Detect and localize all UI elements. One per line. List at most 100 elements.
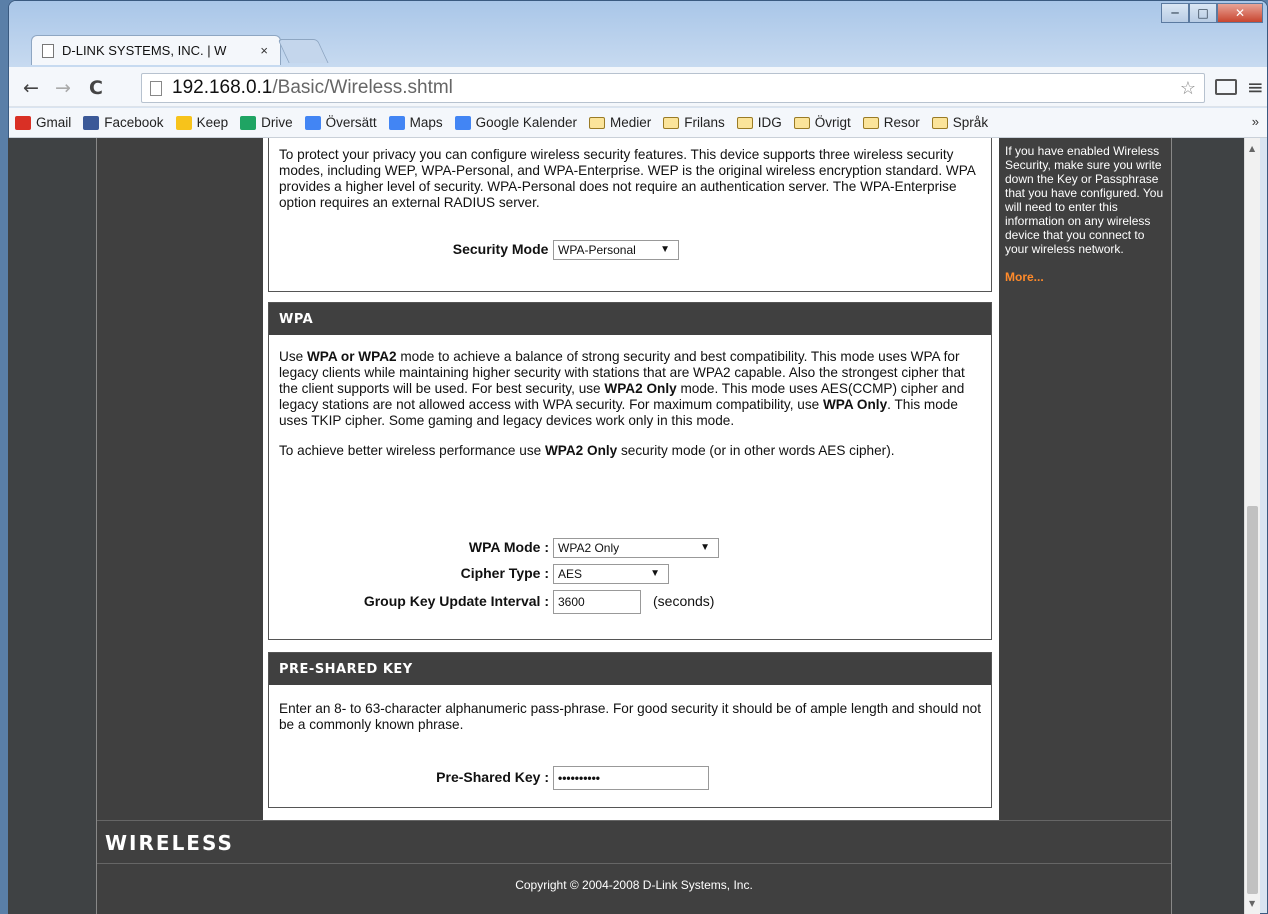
security-intro: To protect your privacy you can configur…	[279, 147, 976, 210]
cipher-type-label: Cipher Type :	[460, 565, 549, 581]
back-icon[interactable]: ←	[23, 77, 39, 99]
cipher-type-value: AES	[558, 567, 583, 581]
router-page: To protect your privacy you can configur…	[96, 138, 1172, 914]
bookmark-label: Medier	[609, 115, 652, 130]
group-key-interval-value: 3600	[558, 595, 585, 609]
bookmark-item[interactable]: Facebook	[83, 115, 164, 130]
bookmark-label: Frilans	[684, 115, 725, 130]
cast-icon[interactable]	[1215, 79, 1237, 95]
bookmark-label: Översätt	[325, 115, 377, 130]
pre-shared-key-panel: PRE-SHARED KEY Enter an 8- to 63-charact…	[268, 652, 992, 808]
bookmark-label: Google Kalender	[475, 115, 577, 130]
folder-icon	[736, 116, 753, 129]
wpa-mode-value: WPA2 Only	[558, 541, 620, 555]
wireless-logo: WIRELESS	[105, 831, 234, 855]
group-key-interval-label: Group Key Update Interval :	[363, 593, 549, 609]
bookmark-item[interactable]: Gmail	[15, 115, 71, 130]
bookmarks-bar: Gmail Facebook Keep Drive Översätt Maps Google…	[9, 108, 1267, 138]
page-scrollbar[interactable]: ▲ ▼	[1244, 138, 1260, 914]
gmail-icon	[15, 115, 31, 130]
cipher-type-select[interactable]: AES ▼	[553, 564, 669, 584]
browser-tab[interactable]: D-LINK SYSTEMS, INC. | W ×	[31, 35, 281, 65]
window-controls: ─ □ ✕	[1161, 3, 1263, 23]
chevron-down-icon: ▼	[660, 244, 670, 255]
bookmark-item[interactable]: Medier	[588, 115, 652, 130]
chevron-down-icon: ▼	[700, 542, 710, 553]
security-mode-value: WPA-Personal	[558, 243, 636, 257]
bookmark-item[interactable]: Språk	[931, 115, 989, 130]
url-host: 192.168.0.1	[172, 77, 273, 98]
bookmark-item[interactable]: Övrigt	[793, 115, 851, 130]
wpa-performance-note: To achieve better wireless performance u…	[279, 443, 895, 458]
security-mode-select[interactable]: WPA-Personal ▼	[553, 240, 679, 260]
bookmark-star-icon[interactable]: ☆	[1180, 78, 1196, 99]
help-sidebar: If you have enabled Wireless Security, m…	[999, 138, 1171, 820]
maximize-button[interactable]: □	[1189, 3, 1217, 23]
scrollbar-thumb[interactable]	[1247, 506, 1258, 894]
psk-label: Pre-Shared Key :	[436, 769, 549, 785]
minimize-button[interactable]: ─	[1161, 3, 1189, 23]
tab-close-icon[interactable]: ×	[260, 43, 268, 58]
translate-icon	[304, 115, 321, 130]
wpa-mode-select[interactable]: WPA2 Only ▼	[553, 538, 719, 558]
keep-icon	[175, 115, 192, 130]
wpa-panel: WPA Use WPA or WPA2 mode to achieve a ba…	[268, 302, 992, 640]
new-tab-button[interactable]	[277, 39, 329, 63]
bookmark-item[interactable]: Keep	[175, 115, 229, 130]
pre-shared-key-input[interactable]: ••••••••••	[553, 766, 709, 790]
bookmark-item[interactable]: Frilans	[663, 115, 725, 130]
bookmark-label: Övrigt	[814, 115, 851, 130]
reload-icon[interactable]: C	[89, 77, 103, 99]
drive-icon	[240, 115, 257, 130]
page-icon	[42, 43, 54, 58]
psk-value: ••••••••••	[558, 771, 601, 785]
bookmarks-more-icon[interactable]: »	[1252, 114, 1259, 129]
calendar-icon	[454, 115, 471, 130]
bookmark-label: Resor	[883, 115, 920, 130]
bookmark-label: Drive	[261, 115, 293, 130]
bookmark-label: Keep	[196, 115, 229, 130]
interval-unit: (seconds)	[653, 593, 715, 609]
group-key-interval-input[interactable]: 3600	[553, 590, 641, 614]
psk-heading: PRE-SHARED KEY	[269, 653, 991, 685]
help-text: If you have enabled Wireless Security, m…	[1005, 144, 1164, 256]
bookmark-label: IDG	[757, 115, 782, 130]
scroll-up-icon[interactable]: ▲	[1249, 144, 1255, 153]
folder-icon	[793, 116, 810, 129]
footer-band: WIRELESS	[97, 820, 1171, 864]
bookmark-label: Språk	[952, 115, 989, 130]
bookmark-item[interactable]: Google Kalender	[454, 115, 577, 130]
bookmark-item[interactable]: Maps	[388, 115, 443, 130]
page-icon	[150, 80, 162, 96]
bookmark-item[interactable]: IDG	[736, 115, 782, 130]
security-mode-panel: To protect your privacy you can configur…	[268, 138, 992, 292]
wpa-description: Use WPA or WPA2 mode to achieve a balanc…	[279, 349, 965, 428]
bookmark-label: Gmail	[36, 115, 72, 130]
maps-icon	[388, 115, 405, 130]
browser-toolbar: ← → C 192.168.0.1 /Basic/Wireless.shtml …	[9, 67, 1267, 107]
bookmark-item[interactable]: Översätt	[304, 115, 377, 130]
tab-title: D-LINK SYSTEMS, INC. | W	[62, 43, 227, 58]
bookmark-label: Facebook	[104, 115, 164, 130]
chevron-down-icon: ▼	[650, 568, 660, 579]
menu-icon[interactable]: ≡	[1247, 75, 1264, 99]
url-path: /Basic/Wireless.shtml	[272, 77, 453, 98]
copyright-text: Copyright © 2004-2008 D-Link Systems, In…	[515, 878, 753, 892]
more-link[interactable]: More...	[1005, 270, 1165, 284]
main-content: To protect your privacy you can configur…	[263, 138, 999, 820]
wpa-mode-label: WPA Mode :	[468, 539, 549, 555]
folder-icon	[663, 116, 680, 129]
bookmark-item[interactable]: Drive	[240, 115, 293, 130]
scroll-down-icon[interactable]: ▼	[1249, 899, 1255, 908]
folder-icon	[862, 116, 879, 129]
security-mode-label: Security Mode :	[452, 241, 557, 257]
folder-icon	[931, 116, 948, 129]
psk-description: Enter an 8- to 63-character alphanumeric…	[279, 701, 981, 732]
close-window-button[interactable]: ✕	[1217, 3, 1263, 23]
forward-icon[interactable]: →	[55, 77, 71, 99]
address-bar[interactable]: 192.168.0.1 /Basic/Wireless.shtml ☆	[141, 73, 1205, 103]
wpa-heading: WPA	[269, 303, 991, 335]
title-bar: D-LINK SYSTEMS, INC. | W × ─ □ ✕	[9, 1, 1267, 67]
bookmark-label: Maps	[409, 115, 443, 130]
bookmark-item[interactable]: Resor	[862, 115, 920, 130]
